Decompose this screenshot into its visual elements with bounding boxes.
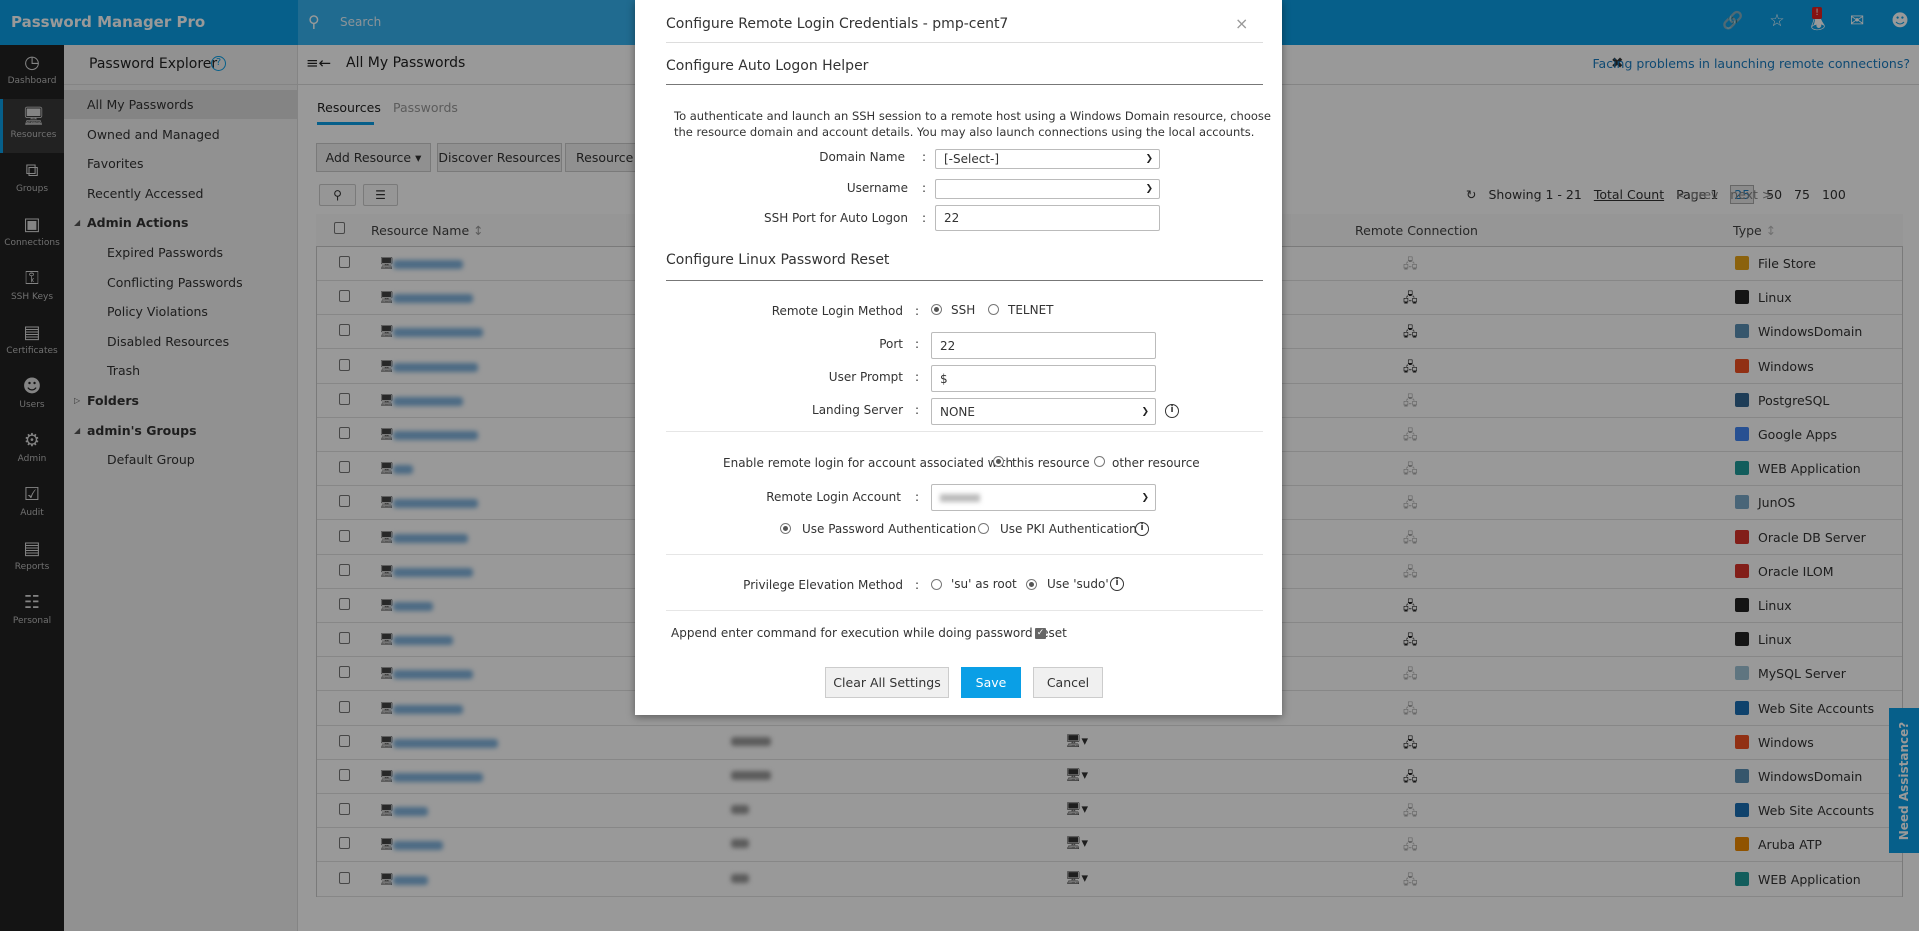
- save-button[interactable]: Save: [961, 667, 1021, 698]
- user-prompt-label: User Prompt: [828, 370, 903, 384]
- select-value: [-Select-]: [944, 152, 1000, 166]
- telnet-radio[interactable]: [988, 304, 999, 315]
- append-enter-label: Append enter command for execution while…: [671, 626, 1067, 640]
- password-auth-label: Use Password Authentication: [802, 522, 977, 536]
- info-icon[interactable]: i: [1135, 522, 1149, 536]
- password-auth-radio[interactable]: [780, 523, 791, 534]
- ssh-radio-label: SSH: [951, 303, 976, 317]
- auto-logon-description: the resource domain and account details.…: [674, 125, 1255, 139]
- sudo-label: Use 'sudo': [1047, 577, 1109, 591]
- other-resource-label: other resource: [1112, 456, 1200, 470]
- colon: :: [915, 490, 920, 504]
- info-icon[interactable]: i: [1110, 577, 1124, 591]
- configure-remote-login-dialog: Configure Remote Login Credentials - pmp…: [635, 0, 1282, 715]
- info-icon[interactable]: i: [1165, 404, 1179, 418]
- privilege-elevation-label: Privilege Elevation Method: [743, 578, 903, 592]
- enable-remote-login-label: Enable remote login for account associat…: [723, 456, 1014, 470]
- colon: :: [922, 150, 927, 164]
- chevron-down-icon: ❯: [1145, 184, 1153, 194]
- pki-auth-label: Use PKI Authentication: [1000, 522, 1137, 536]
- ssh-radio[interactable]: [931, 304, 942, 315]
- cancel-button[interactable]: Cancel: [1033, 667, 1103, 698]
- chevron-down-icon: ❯: [1141, 492, 1149, 503]
- chevron-down-icon: ❯: [1145, 154, 1153, 164]
- this-resource-label: this resource: [1012, 456, 1090, 470]
- domain-name-select[interactable]: [-Select-] ❯: [935, 149, 1160, 169]
- landing-server-select[interactable]: NONE ❯: [931, 398, 1156, 425]
- telnet-radio-label: TELNET: [1008, 303, 1054, 317]
- ssh-port-label: SSH Port for Auto Logon: [763, 211, 908, 225]
- remote-login-account-select[interactable]: ❯: [931, 484, 1156, 511]
- divider: [666, 84, 1263, 85]
- colon: :: [922, 211, 927, 225]
- linux-reset-heading: Configure Linux Password Reset: [666, 252, 890, 268]
- ssh-port-input[interactable]: 22: [935, 205, 1160, 231]
- chevron-down-icon: ❯: [1141, 406, 1149, 417]
- su-root-label: 'su' as root: [951, 577, 1017, 591]
- append-enter-checkbox[interactable]: ✓: [1035, 628, 1046, 639]
- close-icon[interactable]: ×: [1235, 14, 1248, 33]
- domain-name-label: Domain Name: [819, 150, 905, 164]
- pki-auth-radio[interactable]: [978, 523, 989, 534]
- colon: :: [922, 181, 927, 195]
- landing-server-label: Landing Server: [812, 403, 903, 417]
- colon: :: [915, 370, 920, 384]
- dialog-title: Configure Remote Login Credentials - pmp…: [666, 16, 1009, 32]
- colon: :: [915, 337, 920, 351]
- remote-login-account-label: Remote Login Account: [766, 490, 901, 504]
- su-root-radio[interactable]: [931, 579, 942, 590]
- divider: [666, 554, 1263, 555]
- other-resource-radio[interactable]: [1094, 456, 1105, 467]
- port-input[interactable]: 22: [931, 332, 1156, 359]
- divider: [666, 431, 1263, 432]
- blurred-account-value: [940, 493, 980, 502]
- divider: [666, 280, 1263, 281]
- colon: :: [915, 304, 920, 318]
- sudo-radio[interactable]: [1026, 579, 1037, 590]
- remote-login-method-label: Remote Login Method: [771, 304, 903, 318]
- username-label: Username: [846, 181, 908, 195]
- auto-logon-description: To authenticate and launch an SSH sessio…: [674, 109, 1271, 123]
- username-select[interactable]: ❯: [935, 179, 1160, 199]
- colon: :: [915, 578, 920, 592]
- auto-logon-heading: Configure Auto Logon Helper: [666, 58, 869, 74]
- divider: [666, 42, 1263, 43]
- this-resource-radio[interactable]: [993, 456, 1004, 467]
- port-label: Port: [879, 337, 903, 351]
- select-value: NONE: [940, 404, 975, 419]
- divider: [666, 610, 1263, 611]
- clear-all-settings-button[interactable]: Clear All Settings: [825, 667, 949, 698]
- colon: :: [915, 403, 920, 417]
- user-prompt-input[interactable]: $: [931, 365, 1156, 392]
